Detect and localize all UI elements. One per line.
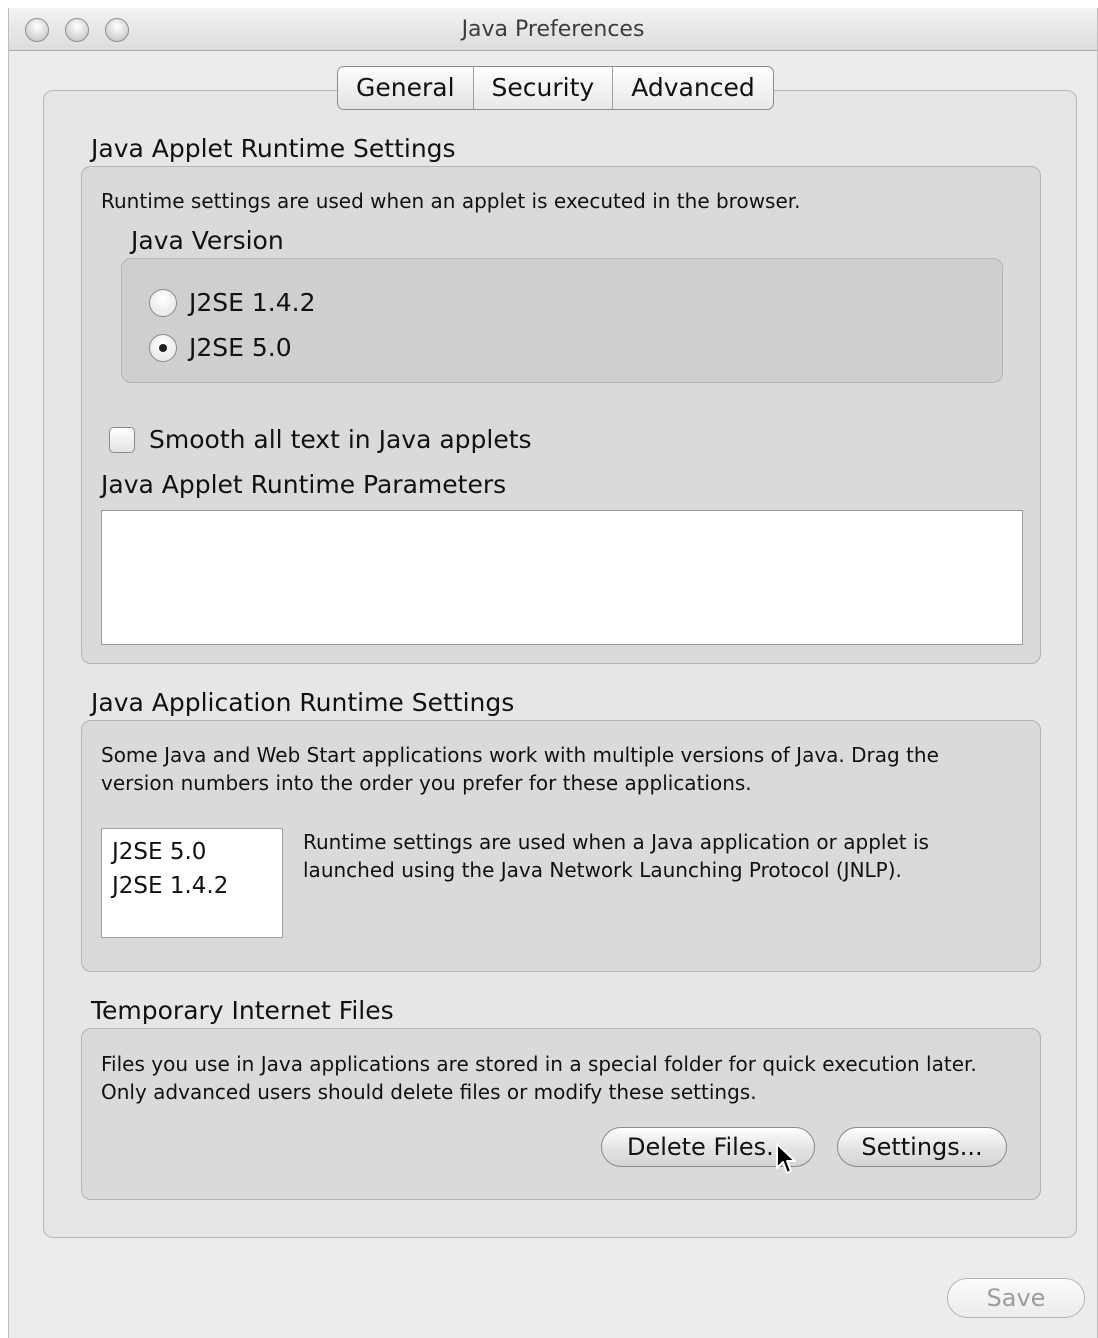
temp-files-section-title: Temporary Internet Files — [91, 996, 394, 1025]
tab-general[interactable]: General — [338, 67, 474, 109]
window-title: Java Preferences — [461, 17, 645, 42]
radio-button-icon[interactable] — [149, 288, 177, 317]
radio-j2se-142[interactable]: J2SE 1.4.2 — [149, 288, 316, 317]
applet-parameters-label: Java Applet Runtime Parameters — [101, 470, 507, 499]
applet-runtime-description: Runtime settings are used when an applet… — [101, 189, 801, 213]
tab-security[interactable]: Security — [474, 67, 614, 109]
java-preferences-window: Java Preferences General Security Advanc… — [8, 8, 1098, 1338]
applet-parameters-textarea[interactable] — [101, 510, 1023, 645]
application-runtime-section-title: Java Application Runtime Settings — [91, 688, 515, 717]
smooth-text-label: Smooth all text in Java applets — [149, 425, 532, 454]
temp-files-description: Files you use in Java applications are s… — [101, 1052, 977, 1104]
java-version-group — [121, 258, 1003, 383]
smooth-text-checkbox-row[interactable]: Smooth all text in Java applets — [109, 425, 532, 454]
jnlp-note: Runtime settings are used when a Java ap… — [303, 830, 929, 882]
tab-advanced[interactable]: Advanced — [613, 67, 773, 109]
radio-button-selected-icon[interactable] — [149, 333, 177, 362]
smooth-text-checkbox[interactable] — [109, 426, 135, 453]
radio-j2se-142-label: J2SE 1.4.2 — [189, 288, 316, 317]
list-item[interactable]: J2SE 5.0 — [112, 835, 272, 869]
version-order-list[interactable]: J2SE 5.0 J2SE 1.4.2 — [101, 828, 283, 938]
applet-runtime-section-title: Java Applet Runtime Settings — [91, 134, 456, 163]
list-item[interactable]: J2SE 1.4.2 — [112, 869, 272, 903]
tab-bar: General Security Advanced — [337, 66, 774, 110]
save-button[interactable]: Save — [947, 1278, 1085, 1318]
java-version-label: Java Version — [131, 226, 284, 255]
radio-j2se-50-label: J2SE 5.0 — [189, 333, 292, 362]
settings-button[interactable]: Settings... — [837, 1127, 1007, 1167]
application-runtime-description: Some Java and Web Start applications wor… — [101, 743, 939, 795]
arrow-cursor-icon — [776, 1143, 796, 1174]
title-bar[interactable]: Java Preferences — [9, 8, 1097, 51]
radio-j2se-50[interactable]: J2SE 5.0 — [149, 333, 292, 362]
